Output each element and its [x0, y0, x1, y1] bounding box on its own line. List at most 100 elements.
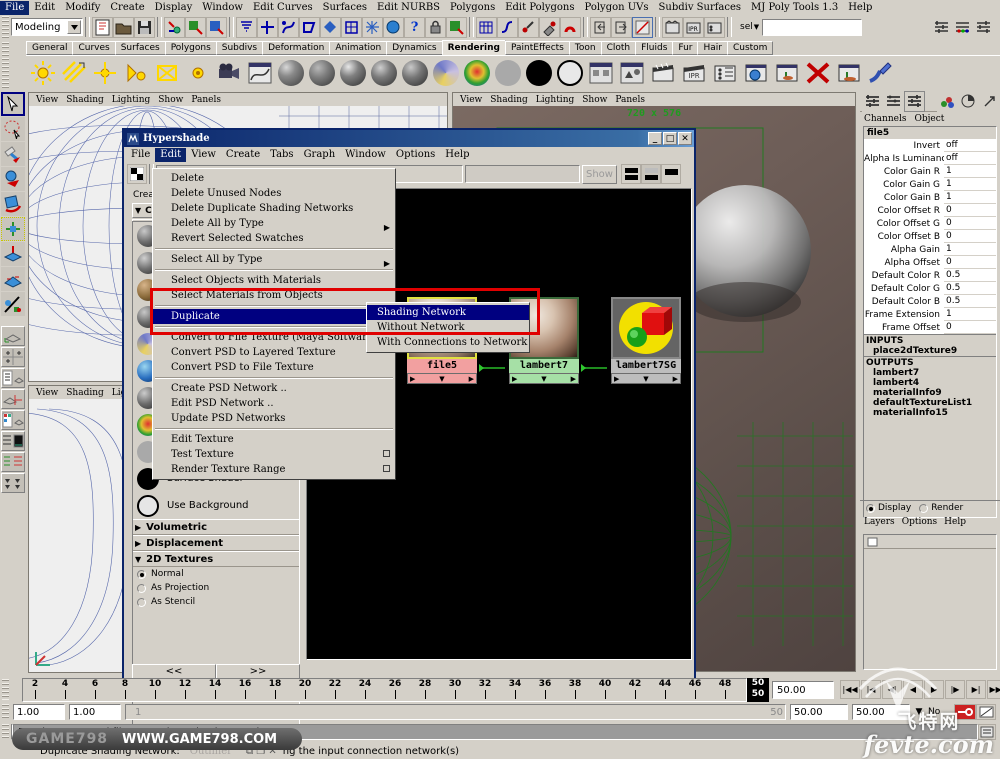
ramp-shader-icon[interactable] [462, 58, 492, 88]
menu-item-delete-unused-nodes[interactable]: Delete Unused Nodes [153, 186, 395, 201]
node-footer[interactable]: ▶ ▼ ▶ [611, 373, 681, 384]
hs-menu-tabs[interactable]: Tabs [265, 148, 298, 162]
rotate-tool-icon[interactable] [1, 192, 25, 216]
shelf-tab-general[interactable]: General [26, 41, 74, 55]
layout-four-view[interactable] [1, 347, 25, 367]
shelf-tab-cloth[interactable]: Cloth [600, 41, 637, 55]
shelf-tab-fur[interactable]: Fur [672, 41, 699, 55]
menu-item-convert-psd-to-file-texture[interactable]: Convert PSD to File Texture [153, 360, 395, 375]
channel-row[interactable]: Alpha Gain 1 [864, 243, 996, 256]
submenu-item-with-connections-to-network[interactable]: With Connections to Network [367, 335, 529, 350]
hs-menu-create[interactable]: Create [221, 148, 265, 162]
menu-item-delete-all-by-type[interactable]: Delete All by Type ▶ [153, 216, 395, 232]
renderview-menu-panels[interactable]: Panels [611, 95, 649, 105]
layout-top-only-icon[interactable] [661, 164, 681, 184]
menu-item-select-materials-from-objects[interactable]: Select Materials from Objects [153, 288, 395, 303]
menu-surfaces[interactable]: Surfaces [318, 1, 372, 15]
time-slider-track[interactable]: 2 4 6 8 10 12 14 16 18 20 22 24 26 28 30… [22, 678, 747, 702]
channel-value[interactable]: 0 [944, 321, 996, 334]
shelf-tab-dynamics[interactable]: Dynamics [386, 41, 443, 55]
batch-render-icon[interactable] [710, 58, 740, 88]
render-clapper-icon[interactable] [648, 58, 678, 88]
menu-display[interactable]: Display [150, 1, 198, 15]
command-gripper[interactable] [2, 724, 9, 740]
view-plane-snap-icon[interactable] [320, 16, 341, 38]
menu-create[interactable]: Create [105, 1, 149, 15]
menu-item-render-texture-range[interactable]: Render Texture Range [153, 462, 395, 477]
step-back-frame-icon[interactable]: ◀| [882, 680, 902, 699]
input-output-sphere-icon[interactable] [383, 16, 404, 38]
current-frame-indicator[interactable]: 50 50 [747, 678, 769, 702]
hs-menu-edit[interactable]: Edit [155, 147, 187, 162]
output-node[interactable]: materialInfo15 [864, 408, 996, 418]
volume-light-icon[interactable] [183, 58, 213, 88]
texture-mode-as-stencil[interactable]: As Stencil [133, 595, 299, 609]
node-lambert7SG[interactable]: lambert7SG ▶ ▼ ▶ [611, 297, 681, 384]
minimize-icon[interactable]: _ [648, 132, 662, 145]
node-menu-arrow-icon[interactable]: ▼ [643, 375, 648, 383]
menu-item-test-texture[interactable]: Test Texture [153, 447, 395, 462]
range-gripper[interactable] [2, 704, 9, 720]
shelf-tab-curves[interactable]: Curves [72, 41, 116, 55]
channel-row[interactable]: Color Gain B 1 [864, 191, 996, 204]
layers-options-menu[interactable]: Options [902, 517, 944, 527]
layers-help-menu[interactable]: Help [944, 517, 966, 527]
render-current-frame-icon[interactable] [632, 16, 653, 38]
channel-row[interactable]: Color Offset G 0 [864, 217, 996, 230]
export-icon[interactable] [611, 16, 632, 38]
menu-mj-poly-tools[interactable]: MJ Poly Tools 1.3 [746, 1, 843, 15]
channel-value[interactable]: 0 [944, 204, 996, 217]
shelf-tab-subdivs[interactable]: Subdivs [215, 41, 264, 55]
play-forwards-icon[interactable]: ▶ [924, 680, 944, 699]
object-filter-icon[interactable] [236, 16, 257, 38]
clear-graph-icon[interactable] [127, 164, 147, 184]
animation-preferences-icon[interactable] [976, 704, 996, 720]
range-end-field[interactable]: 50.00 [852, 704, 910, 720]
hypershade-search-input[interactable] [465, 165, 580, 183]
render-globals-icon[interactable] [704, 16, 725, 38]
shelf-tab-surfaces[interactable]: Surfaces [114, 41, 166, 55]
magnet-icon[interactable] [560, 16, 581, 38]
node-menu-arrow-icon[interactable]: ▼ [439, 375, 444, 383]
range-start-field[interactable]: 1.00 [13, 704, 65, 720]
selection-mask-arrow-icon[interactable]: ▼ [754, 23, 759, 31]
phonge-shader-icon[interactable] [369, 58, 399, 88]
channel-value[interactable]: 0 [944, 217, 996, 230]
output-node[interactable]: materialInfo9 [864, 388, 996, 398]
import-icon[interactable] [590, 16, 611, 38]
renderview-menu-lighting[interactable]: Lighting [532, 95, 578, 105]
node-input-arrow-icon[interactable]: ▶ [614, 375, 619, 383]
color-axes-icon[interactable] [937, 91, 958, 112]
show-button[interactable]: Show [582, 164, 617, 184]
chevron-down-icon[interactable] [67, 20, 81, 34]
curve-snap-icon[interactable] [278, 16, 299, 38]
display-layers-radio[interactable] [866, 503, 875, 513]
render-layers-radio[interactable] [919, 503, 929, 513]
construction-history-icon[interactable] [476, 16, 497, 38]
move-tool-icon[interactable] [1, 167, 25, 191]
option-box-icon[interactable] [383, 465, 390, 472]
group-displacement[interactable]: ▶ Displacement [133, 535, 299, 551]
node-footer[interactable]: ▶ ▼ ▶ [407, 373, 477, 384]
channel-row[interactable]: Color Offset R 0 [864, 204, 996, 217]
channel-value[interactable]: 1 [944, 308, 996, 321]
current-time-field[interactable]: 50.00 [772, 681, 834, 699]
menu-item-duplicate[interactable]: Duplicate▶ [153, 309, 395, 325]
status-line-gripper[interactable] [2, 16, 9, 38]
menu-edit-polygons[interactable]: Edit Polygons [500, 1, 579, 15]
render-view-icon[interactable] [245, 58, 275, 88]
paint-effects-scene-icon[interactable] [772, 58, 802, 88]
renderview-menu-show[interactable]: Show [578, 95, 611, 105]
render-node-icon[interactable] [446, 16, 467, 38]
node-output-arrow-icon[interactable]: ▶ [469, 375, 474, 383]
camera-icon[interactable] [214, 58, 244, 88]
menu-modify[interactable]: Modify [60, 1, 105, 15]
texture-mode-normal[interactable]: Normal [133, 567, 299, 581]
hs-menu-help[interactable]: Help [440, 148, 474, 162]
shelf-tab-hair[interactable]: Hair [697, 41, 728, 55]
layout-outliner-persp[interactable] [1, 431, 25, 451]
show-attribute-editor-toggle-icon[interactable] [883, 91, 904, 112]
universal-manipulator-icon[interactable] [1, 242, 25, 266]
ipr-clapper-icon[interactable]: IPR [679, 58, 709, 88]
channel-row[interactable]: Color Gain G 1 [864, 178, 996, 191]
